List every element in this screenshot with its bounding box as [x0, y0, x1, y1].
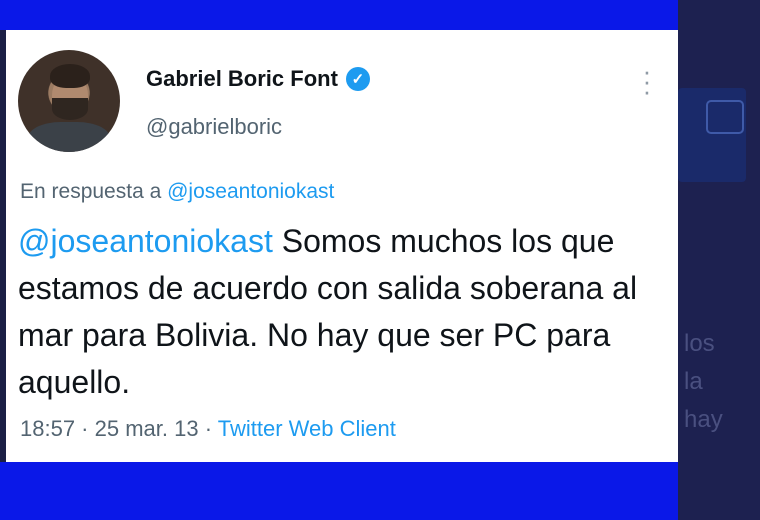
avatar-beard	[52, 98, 88, 120]
tweet-time[interactable]: 18:57	[20, 416, 75, 441]
tweet-date[interactable]: 25 mar. 13	[95, 416, 199, 441]
verified-badge-icon: ✓	[345, 67, 370, 91]
background-mail-icon	[706, 100, 744, 134]
tweet-card: Gabriel Boric Font ✓ @gabrielboric · · · E…	[6, 30, 678, 462]
author-handle[interactable]: @gabrielboric	[146, 114, 282, 140]
avatar[interactable]	[18, 50, 120, 152]
background-text-line: hay	[684, 406, 723, 433]
meta-separator: ·	[75, 416, 95, 441]
author-name-text: Gabriel Boric Font	[146, 66, 338, 91]
meta-separator: ·	[198, 416, 218, 441]
author-name[interactable]: Gabriel Boric Font ✓	[146, 66, 370, 92]
reply-mention-link[interactable]: @joseantoniokast	[167, 180, 334, 203]
reply-prefix: En respuesta a	[20, 180, 162, 203]
background-text-line: la	[684, 368, 703, 395]
reply-context: En respuesta a @joseantoniokast	[20, 180, 334, 204]
background-text-line: los	[684, 330, 715, 357]
tweet-client-link[interactable]: Twitter Web Client	[218, 416, 396, 441]
avatar-shoulders	[28, 122, 110, 152]
top-frame-bar	[0, 0, 678, 30]
avatar-hair	[50, 64, 90, 88]
tweet-metadata: 18:57 · 25 mar. 13 · Twitter Web Client	[20, 416, 396, 442]
body-mention-link[interactable]: @joseantoniokast	[18, 223, 273, 259]
more-options-icon[interactable]: · · ·	[640, 58, 654, 104]
background-panel	[678, 0, 760, 520]
bottom-frame-bar	[0, 462, 678, 520]
tweet-text: @joseantoniokast Somos muchos los que es…	[18, 218, 668, 406]
